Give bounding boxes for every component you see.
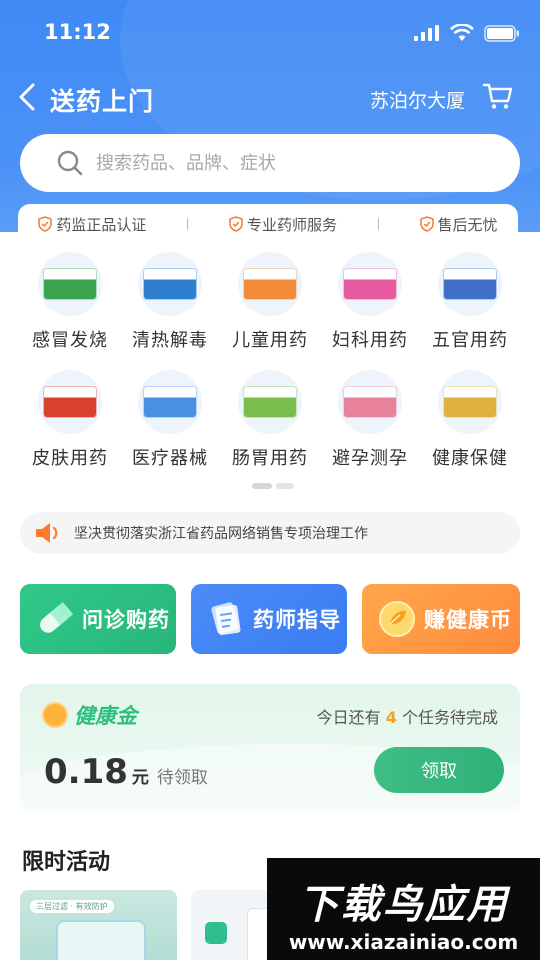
notice-text: 坚决贯彻落实浙江省药品网络销售专项治理工作: [74, 526, 368, 542]
promo-tag: 三层过滤 · 有效防护: [30, 900, 114, 913]
cold-fever-medicine-icon: [38, 252, 102, 316]
section-title: 限时活动: [22, 850, 111, 875]
search-icon: [57, 150, 83, 176]
shield-check-icon: [229, 216, 243, 232]
category-label: 五官用药: [432, 330, 508, 351]
trust-label: 专业药师服务: [246, 215, 337, 234]
category-label: 清热解毒: [132, 330, 208, 351]
quick-action-label: 赚健康币: [424, 608, 512, 632]
detox-medicine-icon: [138, 252, 202, 316]
category-label: 感冒发烧: [32, 330, 108, 351]
claim-button[interactable]: 领取: [374, 747, 504, 793]
medical-device-icon: [138, 370, 202, 434]
ent-medicine-icon: [438, 252, 502, 316]
category-pager: [252, 483, 294, 489]
shield-check-icon: [38, 216, 53, 232]
pager-dot: [276, 483, 294, 489]
cart-button[interactable]: [482, 80, 514, 112]
document-icon: [211, 602, 241, 636]
search-input[interactable]: [96, 152, 476, 174]
speaker-icon: [36, 523, 58, 543]
coin-icon: [379, 601, 415, 637]
pager-dot-active: [252, 483, 272, 489]
task-prefix: 今日还有: [316, 708, 381, 727]
amount-status: 待领取: [156, 768, 208, 788]
skin-medicine-icon: [38, 370, 102, 434]
category-label: 妇科用药: [332, 330, 408, 351]
category-cold-fever[interactable]: 感冒发烧: [20, 252, 120, 352]
cart-icon: [482, 83, 513, 109]
promo-card[interactable]: 三层过滤 · 有效防护: [20, 890, 177, 960]
shield-check-icon: [419, 216, 434, 232]
mask-product-image: [56, 920, 146, 960]
category-label: 肠胃用药: [232, 448, 308, 469]
gynecology-medicine-icon: [338, 252, 402, 316]
category-grid: 感冒发烧 清热解毒 儿童用药 妇科用药 五官用药 皮肤用药 医疗器械 肠胃用药 …: [20, 252, 520, 470]
category-gynecology[interactable]: 妇科用药: [320, 252, 420, 352]
category-skin[interactable]: 皮肤用药: [20, 370, 120, 470]
category-stomach[interactable]: 肠胃用药: [220, 370, 320, 470]
watermark: 下载鸟应用 www.xiazainiao.com: [267, 858, 540, 960]
notice-bar[interactable]: 坚决贯彻落实浙江省药品网络销售专项治理工作: [20, 512, 520, 554]
task-count: 4: [385, 708, 397, 727]
health-gold-card: 健康金 今日还有 4 个任务待完成 0.18 元 待领取 领取: [20, 684, 520, 812]
signal-icon: [414, 25, 439, 41]
pregnancy-test-icon: [338, 370, 402, 434]
divider: [187, 218, 189, 230]
trust-label: 药监正品认证: [56, 215, 147, 234]
wifi-icon: [450, 24, 474, 41]
health-supplement-icon: [438, 370, 502, 434]
watermark-url: www.xiazainiao.com: [288, 930, 519, 954]
category-label: 医疗器械: [132, 448, 208, 469]
status-bar: 11:12: [0, 0, 540, 64]
location-selector[interactable]: 苏泊尔大厦: [370, 86, 465, 113]
quick-action-label: 问诊购药: [82, 608, 170, 632]
trust-bar: 药监正品认证 专业药师服务 售后无忧: [18, 204, 518, 244]
task-reminder: 今日还有 4 个任务待完成: [317, 704, 498, 728]
trust-label: 售后无忧: [437, 215, 498, 234]
pill-icon: [40, 601, 74, 633]
category-label: 皮肤用药: [32, 448, 108, 469]
coin-icon: [42, 702, 68, 728]
back-button[interactable]: [18, 82, 44, 112]
trust-item-certified: 药监正品认证: [38, 214, 146, 235]
battery-icon: [484, 24, 519, 42]
page-title: 送药上门: [50, 87, 155, 116]
category-label: 避孕测孕: [332, 448, 408, 469]
amount-unit: 元: [131, 768, 149, 788]
amount-value: 0.18: [44, 752, 128, 792]
chevron-left-icon: [19, 83, 35, 111]
trust-item-aftersale: 售后无忧: [419, 214, 498, 235]
trust-item-pharmacist: 专业药师服务: [229, 214, 337, 235]
health-gold-amount: 0.18 元 待领取: [44, 752, 208, 792]
navigation-bar: 送药上门 苏泊尔大厦: [0, 72, 540, 122]
earn-coins-button[interactable]: 赚健康币: [362, 584, 520, 654]
children-medicine-icon: [238, 252, 302, 316]
task-suffix: 个任务待完成: [401, 708, 498, 727]
category-ent[interactable]: 五官用药: [420, 252, 520, 352]
category-detox[interactable]: 清热解毒: [120, 252, 220, 352]
consult-buy-button[interactable]: 问诊购药: [20, 584, 176, 654]
watermark-title: 下载鸟应用: [298, 882, 509, 928]
quick-action-label: 药师指导: [253, 608, 341, 632]
category-children[interactable]: 儿童用药: [220, 252, 320, 352]
pharmacist-guide-button[interactable]: 药师指导: [191, 584, 347, 654]
shield-logo-icon: [205, 922, 227, 944]
stomach-medicine-icon: [238, 370, 302, 434]
status-time: 11:12: [44, 20, 111, 44]
health-gold-name: 健康金: [74, 704, 137, 728]
health-gold-logo: 健康金: [42, 700, 137, 730]
category-health[interactable]: 健康保健: [420, 370, 520, 470]
category-pregnancy[interactable]: 避孕测孕: [320, 370, 420, 470]
search-bar[interactable]: [20, 134, 520, 192]
status-icons: [414, 24, 520, 42]
divider: [377, 218, 379, 230]
category-medical-device[interactable]: 医疗器械: [120, 370, 220, 470]
category-label: 儿童用药: [232, 330, 308, 351]
category-label: 健康保健: [432, 448, 508, 469]
